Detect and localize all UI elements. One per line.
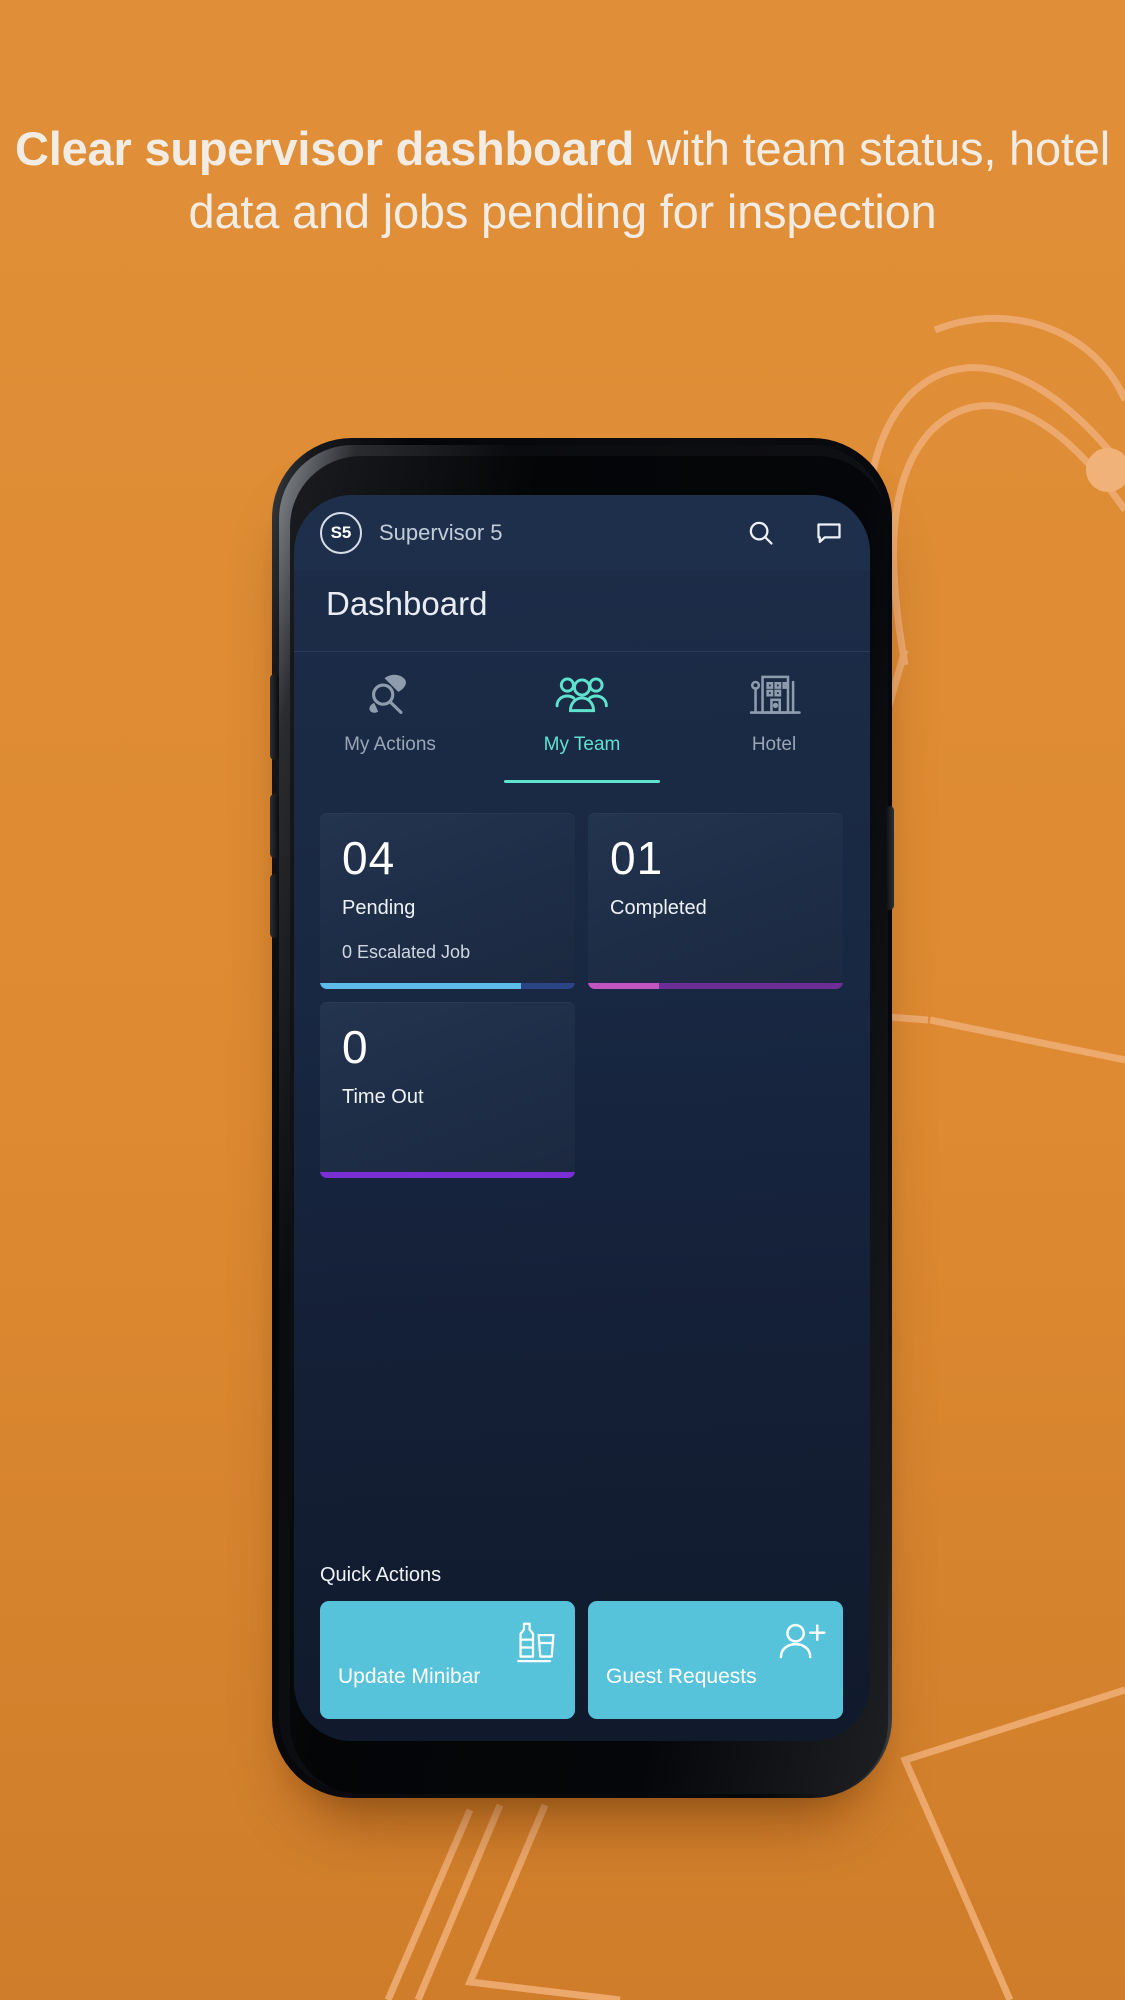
tab-label: My Team — [543, 734, 621, 755]
app-bar: S5 Supervisor 5 — [294, 495, 870, 571]
phone-mockup: S5 Supervisor 5 Dashboard My Actions My … — [270, 438, 894, 1798]
page-headline: Clear supervisor dashboard with team sta… — [0, 118, 1125, 243]
tab-my-team[interactable]: My Team — [486, 652, 678, 783]
quick-actions-row: Update Minibar Guest Requests — [320, 1601, 844, 1719]
app-bar-actions — [746, 518, 844, 548]
stat-value: 01 — [610, 832, 664, 884]
stat-card-grid: 04 Pending 0 Escalated Job 01 Completed … — [320, 813, 844, 1178]
tab-bar: My Actions My Team Hotel — [294, 651, 870, 783]
phone-screen: S5 Supervisor 5 Dashboard My Actions My … — [294, 495, 870, 1741]
stat-card-pending[interactable]: 04 Pending 0 Escalated Job — [320, 813, 575, 989]
stat-card-time-out[interactable]: 0 Time Out — [320, 1002, 575, 1178]
quick-action-label: Update Minibar — [338, 1665, 481, 1688]
stat-card-completed[interactable]: 01 Completed — [588, 813, 843, 989]
tab-hotel[interactable]: Hotel — [678, 652, 870, 783]
tab-label: Hotel — [751, 734, 797, 755]
volume-up-button[interactable] — [270, 874, 279, 938]
people-group-icon — [555, 677, 608, 713]
stat-label: Time Out — [342, 1086, 424, 1108]
quick-action-guest-requests[interactable]: Guest Requests — [588, 1601, 843, 1719]
bottle-glass-icon — [517, 1622, 555, 1663]
stat-sublabel: 0 Escalated Job — [342, 942, 471, 962]
stat-label: Pending — [342, 897, 416, 919]
stat-value: 0 — [342, 1021, 369, 1073]
quick-action-label: Guest Requests — [606, 1665, 757, 1688]
power-button[interactable] — [885, 806, 894, 910]
tab-my-actions[interactable]: My Actions — [294, 652, 486, 783]
inspection-magnifier-icon — [369, 674, 406, 714]
quick-actions-title: Quick Actions — [320, 1564, 442, 1586]
chat-bubble-icon[interactable] — [814, 518, 844, 548]
avatar[interactable]: S5 — [320, 512, 362, 554]
stat-label: Completed — [610, 897, 707, 919]
volume-down-button[interactable] — [270, 794, 279, 858]
search-icon[interactable] — [746, 518, 776, 548]
headline-bold: Clear supervisor dashboard — [15, 122, 635, 175]
progress-bar — [588, 983, 843, 989]
tab-label: My Actions — [344, 734, 436, 755]
phone-body: S5 Supervisor 5 Dashboard My Actions My … — [270, 438, 894, 1798]
quick-actions-section: Quick Actions Update Minibar Guest Reque… — [320, 1564, 844, 1719]
hotel-building-icon — [749, 675, 801, 714]
quick-action-update-minibar[interactable]: Update Minibar — [320, 1601, 575, 1719]
page-title: Dashboard — [326, 585, 488, 622]
stat-value: 04 — [342, 832, 396, 884]
app-bar-title: Supervisor 5 — [379, 520, 503, 545]
progress-bar — [320, 983, 575, 989]
person-add-icon — [779, 1623, 826, 1659]
progress-bar — [320, 1172, 575, 1178]
bixby-button[interactable] — [270, 674, 279, 760]
